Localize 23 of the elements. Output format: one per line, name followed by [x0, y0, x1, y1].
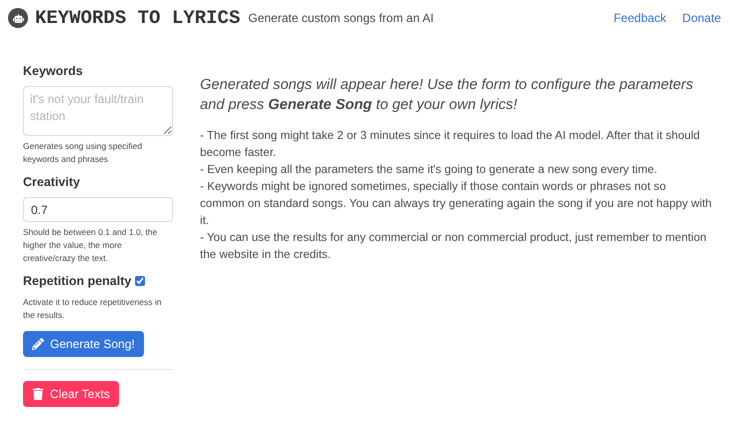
clear-button[interactable]: Clear Texts [23, 381, 119, 407]
note-text: - The first song might take 2 or 3 minutes since it requires to load the AI model. After that it should become faster. [200, 128, 701, 161]
field-label: Creativity [23, 175, 81, 189]
creativity-field[interactable]: 0.7 [23, 197, 173, 222]
note-text: - Keywords might be ignored sometimes, specially if those contain words or phrases not so common on standard songs. You can always try generating again the song if you are not happy with it. [200, 179, 712, 229]
repetition-checkbox[interactable] [135, 276, 146, 286]
generate-button[interactable]: Generate Song! [23, 331, 144, 357]
field-label: Keywords [23, 64, 84, 78]
trash-icon [32, 388, 44, 400]
keywords-field[interactable]: it's not your fault/train station [23, 86, 173, 136]
nav-link[interactable]: Feedback [614, 11, 666, 25]
intro-text: Generated songs will appear here! Use the form to configure the parameters and press Generate Song to get your own lyrics! [200, 76, 694, 115]
app-subtitle: Generate custom songs from an AI [248, 11, 435, 25]
pencil-icon [32, 338, 44, 350]
help-text: Generates song using specified keywords and phrases [23, 140, 144, 166]
help-text: Should be between 0.1 and 1.0, the higher the value, the more creative/crazy the text. [23, 226, 158, 265]
robot-icon [8, 8, 28, 28]
field-label: Repetition penalty [23, 274, 132, 288]
note-text: - Even keeping all the parameters the same it's going to generate a new song every time. [200, 162, 658, 178]
note-text: - You can use the results for any commercial or non commercial product, just remember to mention the website in the credits. [200, 230, 708, 263]
help-text: Activate it to reduce repetitiveness in the results. [23, 296, 162, 322]
app-title: KEYWORDS TO LYRICS [35, 7, 240, 29]
nav-link[interactable]: Donate [682, 11, 721, 25]
